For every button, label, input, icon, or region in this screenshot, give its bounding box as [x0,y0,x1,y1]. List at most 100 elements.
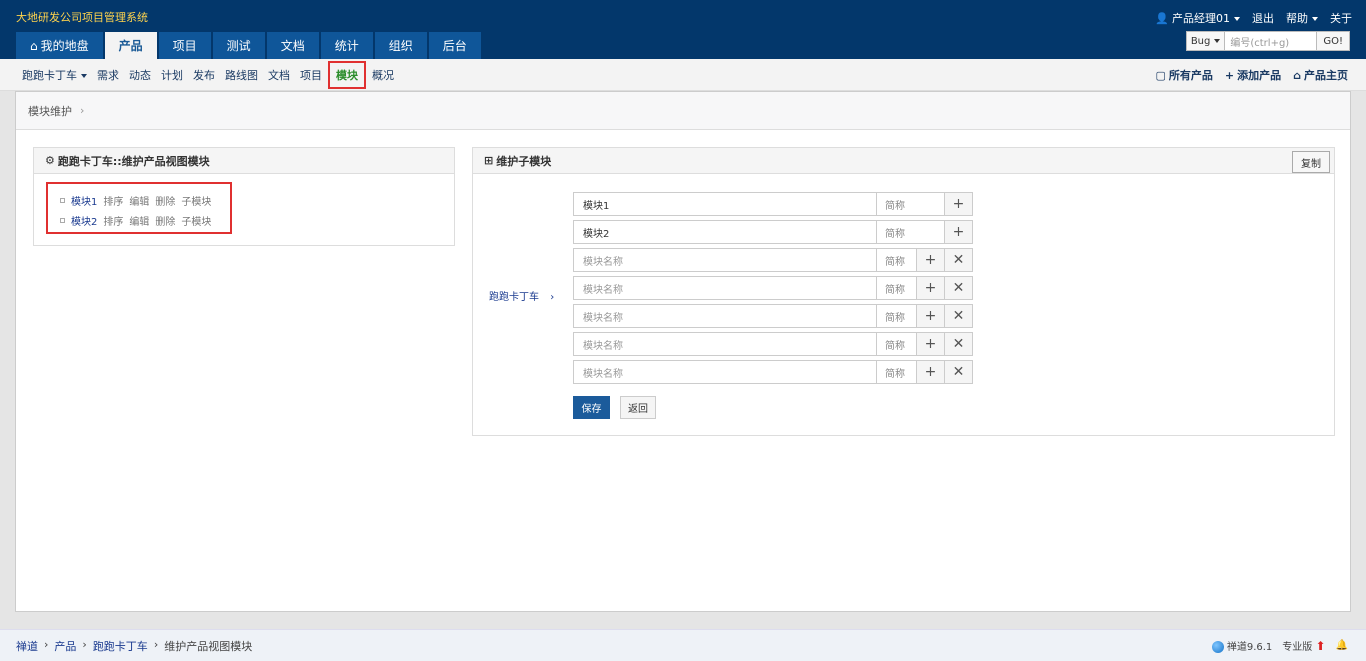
subnav-module[interactable]: 模块 [328,61,366,89]
module-row: 模块1 简称 + [573,192,973,216]
module-abbr-input[interactable]: 简称 [877,220,945,244]
add-row-button[interactable]: + [945,192,973,216]
subnav-dynamic[interactable]: 动态 [129,67,151,83]
delete-link[interactable]: 删除 [155,193,175,208]
sort-link[interactable]: 排序 [103,213,123,228]
chevron-down-icon [81,74,87,78]
user-menu[interactable]: 👤 产品经理01 [1155,10,1240,26]
tab-admin[interactable]: 后台 [428,32,481,59]
module-tree-panel-header: ⚙ 跑跑卡丁车::维护产品视图模块 [34,148,454,174]
help-menu[interactable]: 帮助 [1286,10,1318,26]
chevron-right-icon: › [153,637,159,651]
all-products-link[interactable]: ▢ 所有产品 [1156,67,1213,83]
module-rows: 模块1 简称 + 模块2 简称 + 模块名称 简称 + ✕ 模块名称 简称 + … [573,192,973,388]
sub-nav: 跑跑卡丁车 需求 动态 计划 发布 路线图 文档 项目 模块 概况 ▢ 所有产品 … [0,59,1366,91]
parent-module-link[interactable]: 跑跑卡丁车 › [489,288,554,303]
save-button[interactable]: 保存 [573,396,610,419]
module-abbr-input[interactable]: 简称 [877,276,917,300]
plus-icon: + [924,252,937,268]
top-right-menu: 👤 产品经理01 退出 帮助 关于 [1155,10,1352,26]
delete-link[interactable]: 删除 [155,213,175,228]
module-abbr-input[interactable]: 简称 [877,332,917,356]
plus-icon: + [924,364,937,380]
add-row-button[interactable]: + [917,276,945,300]
subnav-plan[interactable]: 计划 [161,67,183,83]
subnav-doc[interactable]: 文档 [268,67,290,83]
tab-my[interactable]: ⌂ 我的地盘 [16,32,103,59]
footer-crumb-product[interactable]: 产品 [54,638,76,654]
edit-link[interactable]: 编辑 [129,213,149,228]
product-switcher[interactable]: 跑跑卡丁车 [22,67,87,83]
footer-crumb-product-name[interactable]: 跑跑卡丁车 [93,638,148,654]
child-module-panel-header: ⊞ 维护子模块 [473,148,1334,174]
tab-test[interactable]: 测试 [212,32,265,59]
close-icon: ✕ [952,364,965,380]
module-abbr-input[interactable]: 简称 [877,192,945,216]
module-name-input[interactable]: 模块名称 [573,304,877,328]
module-name-input[interactable]: 模块名称 [573,332,877,356]
add-row-button[interactable]: + [917,332,945,356]
search-go-button[interactable]: GO! [1317,31,1350,51]
sort-link[interactable]: 排序 [103,193,123,208]
plus-icon: + [924,308,937,324]
module-name-input[interactable]: 模块2 [573,220,877,244]
footer-right: 禅道9.6.1 专业版 ⬆ 🔔 [1211,638,1348,653]
module-abbr-input[interactable]: 简称 [877,360,917,384]
version-link[interactable]: 禅道9.6.1 [1211,638,1272,653]
add-row-button[interactable]: + [917,304,945,328]
edit-link[interactable]: 编辑 [129,193,149,208]
module-name-input[interactable]: 模块1 [573,192,877,216]
tab-doc[interactable]: 文档 [266,32,319,59]
footer-crumb-home[interactable]: 禅道 [16,638,38,654]
subnav-story[interactable]: 需求 [97,67,119,83]
module-link[interactable]: 模块2 [71,213,97,228]
module-abbr-input[interactable]: 简称 [877,304,917,328]
edition-link[interactable]: 专业版 ⬆ [1282,638,1325,653]
child-module-link[interactable]: 子模块 [181,213,211,228]
child-module-link[interactable]: 子模块 [181,193,211,208]
module-row: 模块名称 简称 + ✕ [573,332,973,356]
breadcrumb-item[interactable]: 模块维护 [28,103,72,119]
copy-button[interactable]: 复制 [1292,151,1330,173]
subnav-roadmap[interactable]: 路线图 [225,67,258,83]
module-link[interactable]: 模块1 [71,193,97,208]
subnav-view[interactable]: 概况 [372,67,394,83]
cube-icon: ▢ [1155,69,1166,82]
remove-row-button[interactable]: ✕ [945,304,973,328]
logout-link[interactable]: 退出 [1252,10,1274,26]
tab-report[interactable]: 统计 [320,32,373,59]
close-icon: ✕ [952,308,965,324]
search-box: Bug 编号(ctrl+g) GO! [1185,31,1350,51]
bell-icon[interactable]: 🔔 [1336,640,1348,651]
remove-row-button[interactable]: ✕ [945,276,973,300]
add-row-button[interactable]: + [945,220,973,244]
module-name-input[interactable]: 模块名称 [573,360,877,384]
chevron-down-icon [1234,17,1240,21]
search-input[interactable]: 编号(ctrl+g) [1225,31,1318,51]
add-row-button[interactable]: + [917,248,945,272]
module-tree-panel: ⚙ 跑跑卡丁车::维护产品视图模块 模块1 排序 编辑 删除 子模块 模块2 排… [33,147,455,246]
remove-row-button[interactable]: ✕ [945,332,973,356]
chevron-down-icon [1214,39,1221,43]
subnav-release[interactable]: 发布 [193,67,215,83]
module-abbr-input[interactable]: 简称 [877,248,917,272]
chevron-right-icon: › [82,637,87,651]
add-product-link[interactable]: + 添加产品 [1225,67,1281,83]
tab-project[interactable]: 项目 [158,32,211,59]
sub-nav-right: ▢ 所有产品 + 添加产品 ⌂ 产品主页 [1156,59,1349,91]
add-row-button[interactable]: + [917,360,945,384]
remove-row-button[interactable]: ✕ [945,360,973,384]
form-actions: 保存 返回 [573,396,656,419]
back-button[interactable]: 返回 [620,396,656,419]
module-row: 模块名称 简称 + ✕ [573,304,973,328]
tree-node-icon [60,197,65,203]
search-type-select[interactable]: Bug [1185,31,1226,51]
tab-company[interactable]: 组织 [374,32,427,59]
product-home-link[interactable]: ⌂ 产品主页 [1293,67,1348,83]
subnav-project[interactable]: 项目 [300,67,322,83]
about-link[interactable]: 关于 [1330,10,1352,26]
remove-row-button[interactable]: ✕ [945,248,973,272]
module-name-input[interactable]: 模块名称 [573,276,877,300]
tab-product[interactable]: 产品 [104,32,157,59]
module-name-input[interactable]: 模块名称 [573,248,877,272]
